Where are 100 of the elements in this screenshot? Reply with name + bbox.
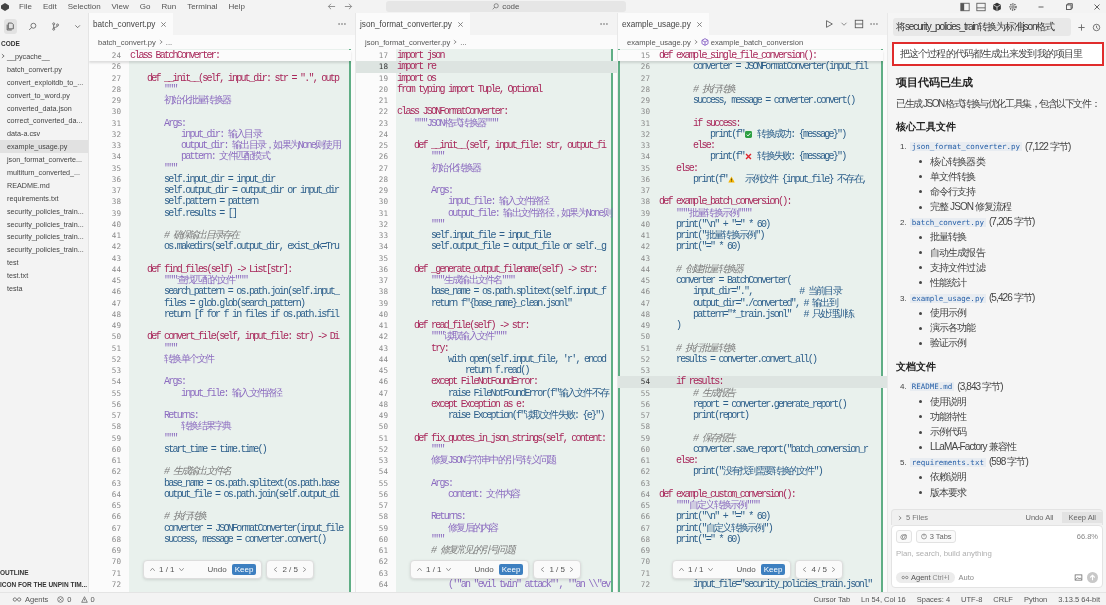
list-item: LLaMA-Factory 兼容性 — [930, 440, 1016, 455]
editor-tab[interactable]: batch_convert.py — [89, 13, 174, 35]
list-item: 性能统计 — [930, 275, 967, 290]
chevron-left-icon[interactable] — [539, 566, 547, 573]
chevron-left-icon[interactable] — [272, 566, 280, 573]
history-icon[interactable] — [1092, 22, 1101, 32]
code-line: def fix_quotes_in_json_strings(self, content: — [413, 432, 606, 444]
code-line: return [f for f in files if os.path.isfil — [163, 308, 339, 320]
image-icon[interactable] — [1074, 573, 1083, 582]
code-line: def _generate_output_filename(self) -> str: — [413, 263, 597, 275]
code-line: print(report) — [692, 410, 749, 422]
chevron-down-icon[interactable] — [444, 566, 452, 573]
chevron-up-icon[interactable] — [416, 566, 423, 573]
bullet-icon — [919, 266, 922, 270]
chevron-down-icon[interactable] — [177, 566, 185, 573]
code-line: if results: — [675, 376, 723, 388]
chevron-down-icon[interactable] — [706, 566, 714, 573]
code-line: input_dir=".", # 当前目录 — [692, 286, 841, 298]
editor-tab[interactable]: example_usage.py — [618, 13, 709, 35]
list-item: 依赖说明 — [930, 470, 967, 485]
cross-icon — [745, 153, 753, 161]
list-item: 使用说明 — [930, 394, 967, 409]
code-line: Args: — [163, 117, 186, 129]
warning-icon — [80, 595, 88, 603]
chevron-up-icon[interactable] — [149, 566, 156, 573]
bullet-icon — [919, 430, 922, 434]
run-icon[interactable] — [824, 19, 834, 29]
code-line: """ — [430, 218, 444, 230]
file-size: (7,205 字节) — [988, 215, 1035, 230]
search-field[interactable]: code — [385, 1, 626, 12]
forward-arrow-icon[interactable] — [343, 2, 353, 11]
code-line: start_time = time.time() — [163, 443, 267, 455]
chevron-right-icon — [0, 53, 6, 60]
code-line: else: — [675, 162, 698, 174]
panel-toggle-icon[interactable] — [976, 1, 986, 12]
code-line: return f.read() — [465, 365, 529, 377]
list-number: 1. — [900, 142, 907, 151]
menu-item[interactable]: Help — [227, 2, 246, 11]
chevron-left-icon[interactable] — [801, 566, 809, 573]
user-message[interactable]: 把这个过程的代码都生成出来发到我的项目里 — [892, 42, 1104, 66]
file-size: (598 字节) — [988, 455, 1028, 470]
split-editor-icon[interactable] — [854, 19, 864, 29]
code-line: Returns: — [163, 410, 198, 422]
app-logo-icon — [1, 2, 9, 11]
menu-item[interactable]: Run — [160, 2, 178, 11]
menu-item[interactable]: Terminal — [186, 2, 219, 11]
code-line: print("自定义转换示例") — [675, 522, 772, 534]
sidebar-toggle-icon[interactable] — [960, 1, 970, 12]
list-number: 3. — [900, 293, 907, 303]
undo-button[interactable]: Undo — [734, 565, 758, 574]
code-line: """ — [163, 342, 177, 354]
code-line: # 保存报告 — [692, 432, 735, 444]
code-line: self.pattern = pattern — [163, 196, 258, 208]
response-text: 已生成 JSON 格式转换与优化工具集，包含以下文件： — [896, 97, 1098, 111]
hunk-counter: 1 / 1 — [688, 565, 704, 574]
editor-tab[interactable]: json_format_converter.py — [356, 13, 470, 35]
code-line: """读取输入文件""" — [430, 331, 506, 343]
list-item: 版本要求 — [930, 485, 967, 500]
undo-button[interactable]: Undo — [472, 565, 496, 574]
chat-tab[interactable]: 将security_policies_train转换为标准json格式 — [893, 18, 1071, 36]
section-heading: 核心工具文件 — [896, 120, 957, 134]
close-icon[interactable] — [456, 20, 464, 28]
menu-item[interactable]: Edit — [41, 2, 58, 11]
list-item: 示例代码 — [930, 425, 967, 440]
close-icon[interactable] — [695, 20, 703, 28]
chevron-up-icon[interactable] — [678, 566, 685, 573]
files-icon[interactable] — [4, 19, 18, 34]
chevron-right-icon[interactable] — [897, 514, 903, 521]
send-button[interactable] — [1087, 572, 1098, 583]
menu-item[interactable]: View — [110, 2, 130, 11]
back-arrow-icon[interactable] — [326, 2, 336, 11]
chevron-right-icon[interactable] — [829, 566, 837, 573]
undo-button[interactable]: Undo — [205, 565, 229, 574]
code-line: class BatchConverter: — [130, 50, 220, 62]
chevron-right-icon[interactable] — [567, 566, 575, 573]
hunk-counter: 1 / 1 — [159, 565, 175, 574]
menu-item[interactable]: Selection — [66, 2, 102, 11]
close-icon[interactable] — [1092, 1, 1102, 12]
keep-button[interactable]: Keep — [760, 564, 786, 575]
menu-item[interactable]: Go — [138, 2, 152, 11]
list-number: 2. — [900, 217, 907, 227]
section-heading: 文档文件 — [896, 360, 937, 375]
code-line: input_file: 输入文件路径 — [448, 196, 549, 208]
menu-item[interactable]: File — [18, 2, 33, 11]
file-counter: 4 / 5 — [811, 565, 827, 574]
code-line: """查找匹配的文件""" — [163, 275, 248, 287]
keep-button[interactable]: Keep — [231, 564, 257, 575]
cube-icon[interactable] — [992, 1, 1002, 12]
keep-button[interactable]: Keep — [498, 564, 524, 575]
code-line: converter = JSONFormatConverter(input_file — [163, 522, 343, 534]
settings-icon[interactable] — [1008, 1, 1018, 12]
plus-icon[interactable] — [1077, 22, 1086, 32]
code-line: ('"an "evil twin" attack"', '"an \\"ev — [447, 578, 610, 590]
warning-icon — [728, 175, 735, 183]
list-item: 核心转换器类 — [930, 154, 985, 169]
maximize-icon[interactable] — [1064, 1, 1074, 12]
code-line: pattern="*_train.jsonl" # 只处理训练 — [692, 308, 854, 320]
code-line: return f"{base_name}_clean.jsonl" — [430, 297, 572, 309]
close-icon[interactable] — [160, 20, 168, 28]
chevron-right-icon[interactable] — [300, 566, 308, 573]
